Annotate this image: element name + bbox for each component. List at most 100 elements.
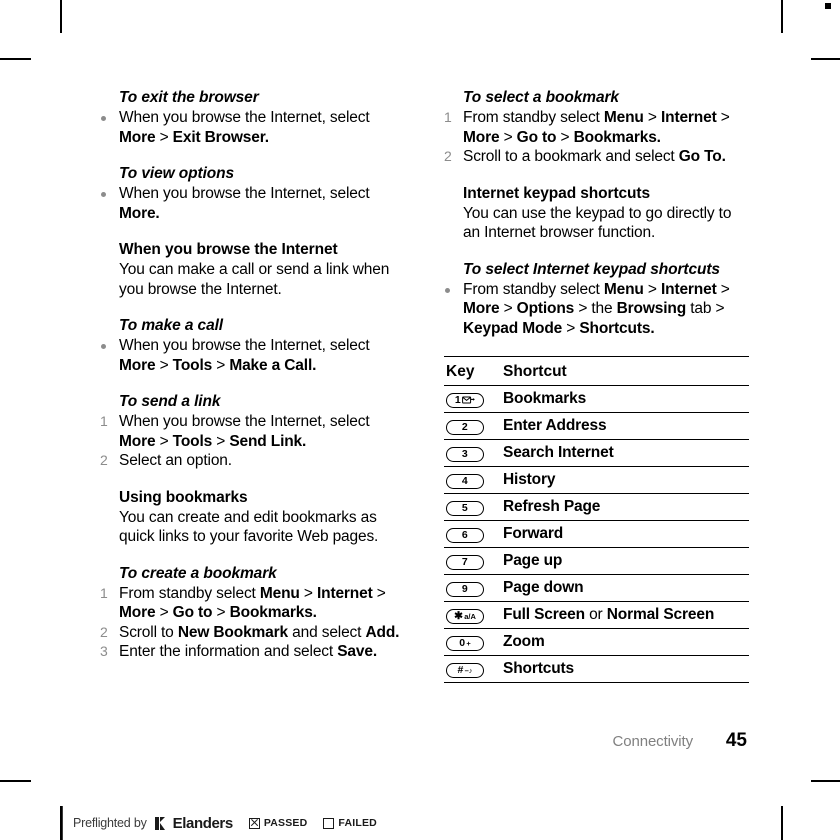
heading-to-make-a-call: To make a call: [119, 317, 223, 334]
step-text-part: Scroll to: [119, 623, 178, 641]
shortcut-cell: Full Screen or Normal Screen: [503, 601, 749, 629]
keycap-label: ✱: [454, 610, 464, 622]
table-row: 2 Enter Address: [444, 412, 749, 440]
preflight-failed: FAILED: [323, 817, 377, 829]
shortcut-cell: Search Internet: [503, 439, 749, 467]
list-to-send-a-link: 1 When you browse the Internet, select M…: [100, 412, 406, 471]
step-text-part: When you browse the Internet, select: [119, 413, 370, 430]
keycap-7: 7: [446, 554, 484, 570]
preflight-prefix: Preflighted by: [73, 816, 147, 830]
keycap-2: 2: [446, 419, 484, 435]
step-text-bold: Keypad Mode: [463, 319, 563, 337]
step-separator: >: [499, 128, 517, 146]
table-header-row: Key Shortcut: [444, 356, 749, 386]
logo-triangle-bottom: [160, 822, 166, 830]
keycap-label: 0: [459, 637, 466, 649]
step-separator: >: [499, 300, 517, 317]
keycap-label: 4: [461, 475, 469, 487]
table-row: 5 Refresh Page: [444, 493, 749, 521]
step-text-bold: Add.: [365, 623, 400, 641]
step-text-bold: More: [463, 128, 500, 146]
table-row: 4 History: [444, 466, 749, 494]
heading-to-send-a-link: To send a link: [119, 393, 221, 410]
paragraph-using-bookmarks: You can create and edit bookmarks as qui…: [119, 508, 379, 546]
heading-to-view-options: To view options: [119, 165, 235, 182]
keycap-9: 9: [446, 581, 484, 597]
list-to-make-a-call: When you browse the Internet, select Mor…: [100, 336, 406, 375]
table-row: 9 Page down: [444, 574, 749, 602]
shortcut-cell: Zoom: [503, 628, 749, 656]
step-text-bold: Go To.: [678, 148, 726, 165]
key-cell: 6: [444, 520, 503, 548]
step-separator: >: [643, 280, 661, 298]
keycap-label: 5: [461, 502, 469, 514]
list-item: 1 From standby select Menu > Internet > …: [100, 584, 406, 623]
step-text-part: From standby select: [463, 280, 604, 298]
heading-when-you-browse-the-internet: When you browse the Internet: [119, 241, 338, 258]
step-text-bold: More: [119, 604, 156, 621]
table-row: ✱ a/A Full Screen or Normal Screen: [444, 601, 749, 629]
key-cell: 5: [444, 493, 503, 521]
key-cell: 4: [444, 466, 503, 494]
crop-mark-bottom-right-horizontal: [811, 780, 840, 782]
bullet-dot-icon: [445, 287, 450, 293]
shortcut-cell: Bookmarks: [503, 385, 749, 413]
chapter-name: Connectivity: [612, 733, 693, 750]
keycap-label: 1: [454, 394, 462, 406]
step-separator: >: [212, 356, 230, 374]
shortcut-option-a: Full Screen: [503, 605, 585, 623]
keycap-label: #: [457, 664, 464, 676]
list-to-select-a-bookmark: 1 From standby select Menu > Internet > …: [444, 108, 750, 167]
preflight-passed-label: PASSED: [263, 817, 308, 829]
table-row: 3 Search Internet: [444, 439, 749, 467]
step-text-part: From standby select: [463, 109, 604, 126]
list-item: 2 Scroll to a bookmark and select Go To.: [444, 147, 750, 167]
crop-mark-top-right-vertical: [781, 0, 783, 33]
key-cell: 2: [444, 412, 503, 440]
list-to-create-a-bookmark: 1 From standby select Menu > Internet > …: [100, 584, 406, 662]
step-separator: >: [556, 128, 574, 146]
keycap-zero: 0 +: [446, 635, 484, 651]
step-text-part: Scroll to a bookmark and select: [463, 148, 679, 165]
column-header-key: Key: [444, 356, 503, 386]
keycap-label: 7: [461, 556, 469, 568]
crop-mark-top-left-vertical: [60, 0, 62, 33]
step-separator: > the: [574, 300, 617, 317]
step-separator: >: [299, 584, 317, 602]
step-text-bold: More: [119, 432, 156, 450]
keycap-star: ✱ a/A: [446, 608, 484, 624]
heading-using-bookmarks: Using bookmarks: [119, 488, 248, 506]
bullet-dot-icon: [101, 116, 106, 121]
table-body: 1 Bookmarks 2 Enter Address 3 Search Int…: [444, 385, 749, 683]
step-number: 2: [100, 623, 108, 640]
list-item: 1 When you browse the Internet, select M…: [100, 412, 406, 451]
step-text-part: From standby select: [119, 584, 260, 602]
page-number: 45: [725, 730, 747, 751]
list-item: When you browse the Internet, select Mor…: [100, 336, 406, 375]
keycap-label: 3: [461, 448, 469, 460]
key-cell: # –♪: [444, 655, 503, 683]
key-cell: 3: [444, 439, 503, 467]
keycap-label: 9: [461, 583, 469, 595]
keycap-5: 5: [446, 500, 484, 516]
bullet-dot-icon: [101, 192, 106, 197]
step-text-bold: New Bookmark: [177, 623, 288, 641]
heading-to-select-internet-keypad-shortcuts: To select Internet keypad shortcuts: [463, 260, 720, 278]
manual-page: To exit the browser When you browse the …: [0, 0, 840, 840]
step-text-part: When you browse the Internet, select: [119, 185, 370, 202]
step-separator: >: [643, 109, 661, 126]
step-text-bold: Tools: [172, 356, 213, 374]
table-row: # –♪ Shortcuts: [444, 655, 749, 683]
preflight-passed: PASSED: [248, 817, 308, 829]
keycap-label: 2: [461, 421, 469, 433]
checkbox-checked-icon: [248, 817, 260, 829]
list-to-exit-the-browser: When you browse the Internet, select Mor…: [100, 108, 406, 147]
step-number: 1: [100, 413, 108, 429]
right-column: To select a bookmark 1 From standby sele…: [444, 88, 750, 683]
step-text-bold: Send Link.: [229, 432, 307, 450]
